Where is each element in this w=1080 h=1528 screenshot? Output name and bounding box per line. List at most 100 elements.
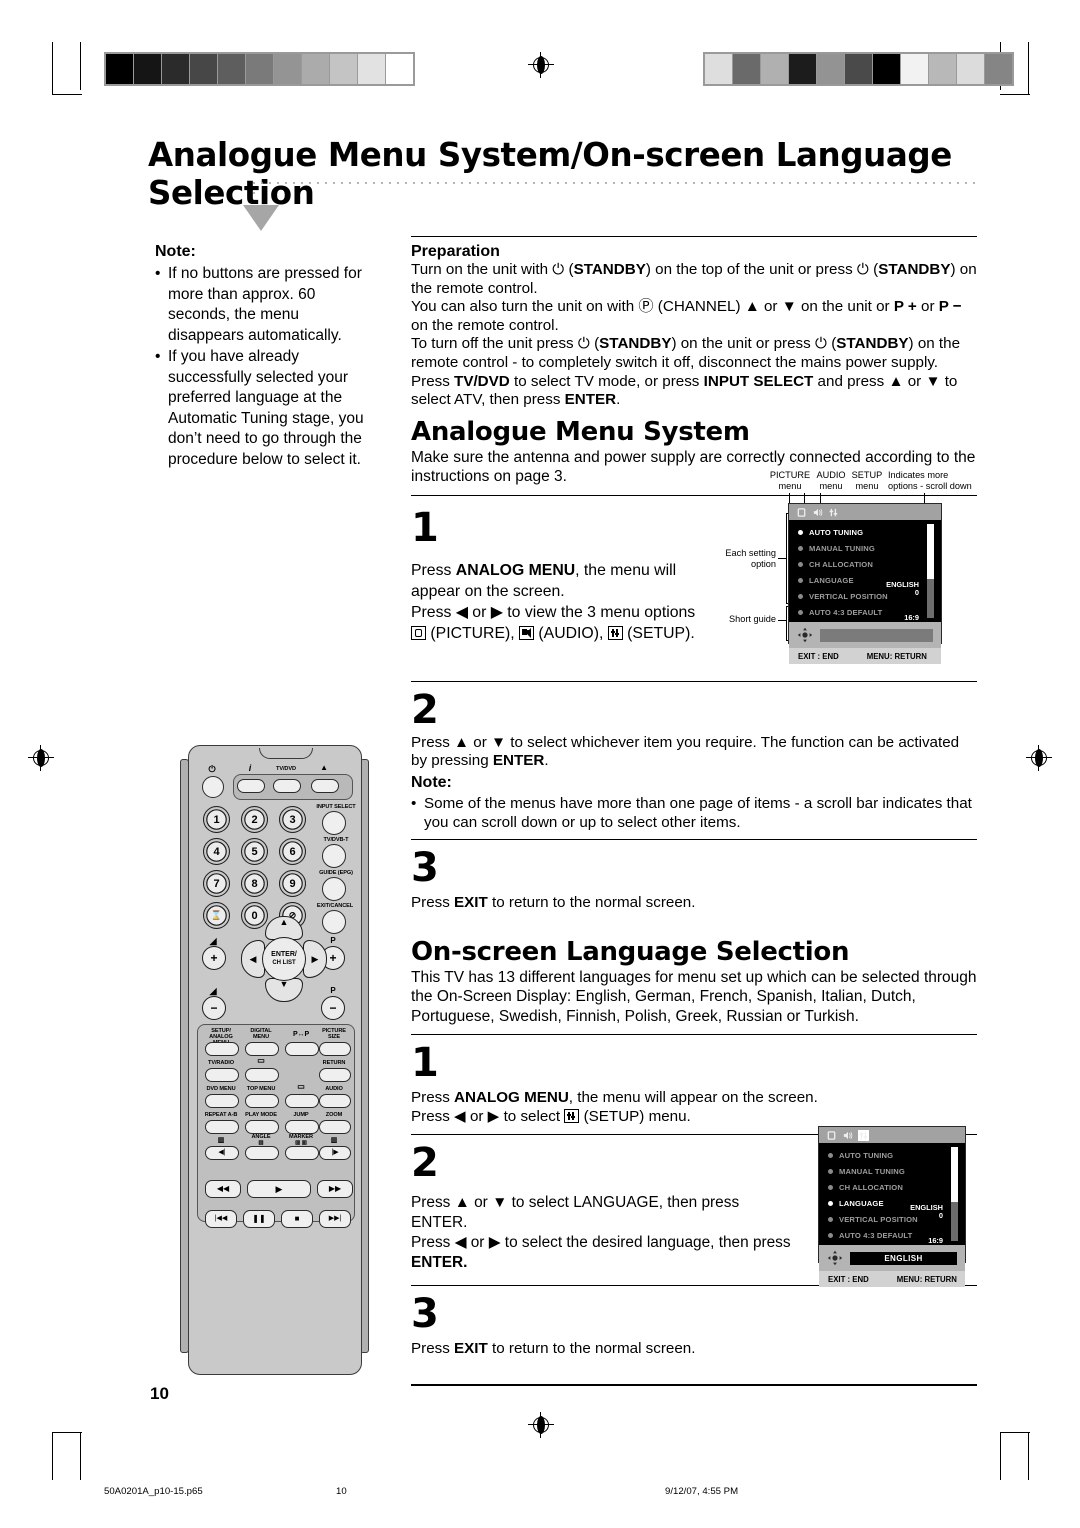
- repeat-ab-button[interactable]: [205, 1120, 239, 1134]
- audio-button[interactable]: [319, 1094, 351, 1108]
- note-list-item: • If you have already successfully selec…: [155, 347, 370, 470]
- digital-menu-button[interactable]: [245, 1042, 279, 1056]
- numeric-key-3[interactable]: 3: [279, 806, 306, 833]
- dvd-menu-button[interactable]: [205, 1094, 239, 1108]
- calibration-patch-0: [705, 54, 732, 84]
- osd-setup-tab[interactable]: [828, 507, 839, 518]
- volume-down-button[interactable]: −: [202, 996, 226, 1020]
- preparation-line: You can also turn the unit on with Ⓟ (CH…: [411, 298, 962, 334]
- audio-label: (AUDIO),: [538, 624, 604, 642]
- osd-picture-tab[interactable]: [796, 507, 807, 518]
- enter-label: ENTER/: [271, 951, 297, 958]
- calibration-patch-8: [330, 54, 357, 84]
- top-menu-label: TOP MENU: [246, 1086, 276, 1092]
- preparation-line: To turn off the unit press ⏻ (STANDBY) o…: [411, 335, 961, 371]
- osd-row-bullet-icon: [828, 1168, 833, 1174]
- jump-button[interactable]: [285, 1120, 319, 1134]
- previous-button[interactable]: |◀◀: [205, 1210, 237, 1228]
- osd-row[interactable]: VERTICAL POSITION: [819, 1211, 965, 1227]
- display-button[interactable]: [285, 1094, 319, 1108]
- osd-row-value: 16:9: [904, 613, 919, 622]
- footer-file-name: 50A0201A_p10-15.p65: [104, 1486, 203, 1497]
- zoom-button[interactable]: [319, 1120, 351, 1134]
- eject-button[interactable]: [311, 779, 339, 793]
- play-mode-button[interactable]: [245, 1120, 279, 1134]
- angle-button[interactable]: [245, 1146, 279, 1160]
- pause-button[interactable]: ❚❚: [243, 1210, 275, 1228]
- stop-button[interactable]: ■: [281, 1210, 313, 1228]
- osd-scrollbar-thumb[interactable]: [927, 524, 934, 579]
- osd-scrollbar[interactable]: [951, 1147, 958, 1241]
- numeric-key-1[interactable]: 1: [203, 806, 230, 833]
- osd-screenshot-language: AUTO TUNING MANUAL TUNING CH ALLOCATION LAN…: [818, 1126, 966, 1287]
- osd-row[interactable]: CH ALLOCATION: [789, 556, 941, 572]
- osd-row[interactable]: MANUAL TUNING: [819, 1163, 965, 1179]
- nav-down-button[interactable]: ▼: [265, 978, 303, 1002]
- osd-picture-tab[interactable]: [826, 1130, 837, 1141]
- osd-row-bullet-icon: [798, 545, 803, 551]
- numeric-key-6[interactable]: 6: [279, 838, 306, 865]
- step-number: 1: [411, 504, 439, 551]
- remote-body: ⏻ i TV/DVD ▲ 1 2 3 4 5 6 7 8 9 ⌛ 0 ⊘ INP…: [188, 745, 362, 1375]
- osd-row-bullet-icon: [798, 577, 803, 583]
- crop-mark-left-outer-h: [52, 94, 82, 95]
- exit-cancel-button[interactable]: [322, 910, 346, 934]
- osd-scrollbar[interactable]: [927, 524, 934, 618]
- osd-row[interactable]: AUTO TUNING: [789, 524, 941, 540]
- osd-audio-tab[interactable]: [842, 1130, 853, 1141]
- volume-up-button[interactable]: +: [202, 946, 226, 970]
- calibration-patch-9: [957, 54, 984, 84]
- lang-step-1-line-2: Press ◀ or ▶ to select (SETUP) menu.: [411, 1108, 977, 1127]
- input-select-button[interactable]: [322, 811, 346, 835]
- osd-audio-tab[interactable]: [812, 507, 823, 518]
- crop-mark-left-outer: [52, 42, 53, 94]
- slow-forward-button[interactable]: |▶: [319, 1146, 351, 1160]
- osd-row-bullet-icon: [828, 1152, 833, 1158]
- power-button[interactable]: [202, 776, 224, 798]
- timer-key[interactable]: ⌛: [203, 902, 230, 929]
- step-2-note-text: Some of the menus have more than one pag…: [424, 794, 972, 831]
- osd-row[interactable]: LANGUAGE: [819, 1195, 965, 1211]
- guide-epg-button[interactable]: [322, 877, 346, 901]
- ptop-button[interactable]: [285, 1042, 319, 1056]
- step-number: 1: [411, 1040, 439, 1087]
- osd-setup-tab[interactable]: [858, 1129, 869, 1141]
- numeric-key-7[interactable]: 7: [203, 870, 230, 897]
- numeric-key-9[interactable]: 9: [279, 870, 306, 897]
- bullet-icon: •: [155, 265, 161, 282]
- osd-row[interactable]: MANUAL TUNING: [789, 540, 941, 556]
- play-button[interactable]: ▶: [247, 1180, 311, 1198]
- top-menu-button[interactable]: [245, 1094, 279, 1108]
- fast-forward-button[interactable]: ▶▶: [317, 1180, 353, 1198]
- numeric-key-8[interactable]: 8: [241, 870, 268, 897]
- next-button[interactable]: ▶▶|: [319, 1210, 351, 1228]
- osd-row[interactable]: CH ALLOCATION: [819, 1179, 965, 1195]
- osd-row-label: MANUAL TUNING: [809, 543, 875, 553]
- enter-chlist-button[interactable]: ENTER/ CH LIST: [262, 937, 306, 981]
- tv-radio-button[interactable]: [205, 1068, 239, 1082]
- osd-scrollbar-thumb[interactable]: [951, 1147, 958, 1202]
- osd-row-value: 0: [938, 1211, 943, 1220]
- numeric-key-2[interactable]: 2: [241, 806, 268, 833]
- nav-right-button[interactable]: ▶: [303, 940, 327, 978]
- marker-button[interactable]: [285, 1146, 319, 1160]
- registration-mark-top: [528, 52, 554, 78]
- remote-control-diagram: ⏻ i TV/DVD ▲ 1 2 3 4 5 6 7 8 9 ⌛ 0 ⊘ INP…: [178, 737, 374, 1379]
- numeric-key-4[interactable]: 4: [203, 838, 230, 865]
- note-heading: Note:: [155, 243, 196, 260]
- info-button[interactable]: [237, 779, 265, 793]
- rewind-button[interactable]: ◀◀: [205, 1180, 241, 1198]
- osd-row[interactable]: AUTO TUNING: [819, 1147, 965, 1163]
- tvdvd-button[interactable]: [273, 779, 301, 793]
- setup-analog-menu-button[interactable]: [205, 1042, 239, 1056]
- tv-dvbt-button[interactable]: [322, 844, 346, 868]
- slow-reverse-button[interactable]: ◀|: [205, 1146, 239, 1160]
- picture-size-button[interactable]: [319, 1042, 351, 1056]
- bullet-icon: •: [155, 348, 161, 365]
- numeric-key-5[interactable]: 5: [241, 838, 268, 865]
- subtitle-button[interactable]: [245, 1068, 279, 1082]
- return-button[interactable]: [319, 1068, 351, 1082]
- osd-screenshot-analogue-menu: AUTO TUNING MANUAL TUNING CH ALLOCATION LAN…: [788, 503, 942, 664]
- osd-row[interactable]: AUTO 4:3 DEFAULT: [819, 1227, 965, 1243]
- lang-step-1-line-2-post: (SETUP) menu.: [583, 1107, 691, 1125]
